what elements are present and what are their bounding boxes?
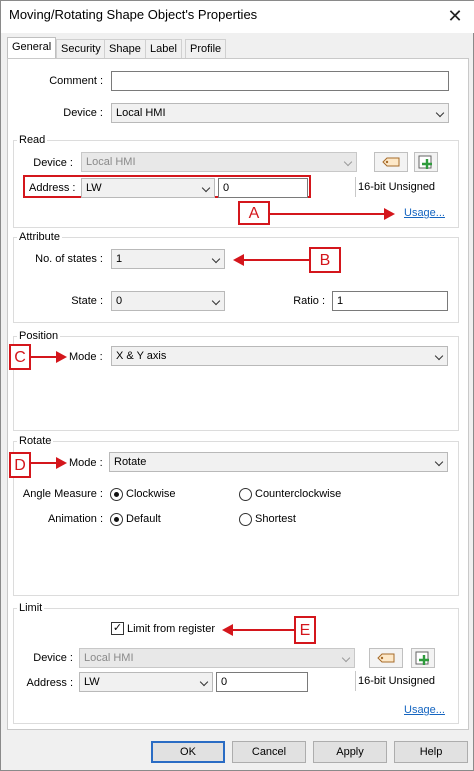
properties-dialog: Moving/Rotating Shape Object's Propertie… xyxy=(0,0,474,771)
chevron-down-icon xyxy=(341,653,351,663)
position-mode-value: X & Y axis xyxy=(116,350,167,362)
annotation-d: D xyxy=(9,452,31,478)
window-title: Moving/Rotating Shape Object's Propertie… xyxy=(9,7,258,22)
limit-data-format: 16-bit Unsigned xyxy=(358,675,436,687)
position-group-title: Position xyxy=(17,330,61,342)
radio-shortest-label: Shortest xyxy=(255,513,296,525)
radio-counterclockwise[interactable] xyxy=(239,488,252,501)
radio-counterclockwise-label: Counterclockwise xyxy=(255,488,342,500)
ratio-label: Ratio : xyxy=(293,295,325,307)
annotation-a-arrow xyxy=(270,213,385,215)
read-address-type-value: LW xyxy=(86,182,102,194)
limit-from-register-checkbox[interactable]: ✓ xyxy=(111,622,124,635)
limit-address-type-value: LW xyxy=(84,676,100,688)
device-select[interactable]: Local HMI xyxy=(111,103,449,123)
cancel-button[interactable]: Cancel xyxy=(232,741,306,763)
radio-default[interactable] xyxy=(110,513,123,526)
state-label: State : xyxy=(71,295,103,307)
limit-address-input[interactable]: 0 xyxy=(216,672,308,692)
limit-usage-link[interactable]: Usage... xyxy=(404,704,445,716)
states-label: No. of states : xyxy=(35,253,103,265)
chevron-down-icon xyxy=(434,351,444,361)
ratio-input[interactable]: 1 xyxy=(332,291,448,311)
limit-add-button[interactable] xyxy=(411,648,435,668)
chevron-down-icon xyxy=(199,677,209,687)
rotate-group-title: Rotate xyxy=(17,435,54,447)
radio-shortest[interactable] xyxy=(239,513,252,526)
device-label: Device : xyxy=(63,107,103,119)
chevron-down-icon xyxy=(201,183,211,193)
position-mode-label: Mode : xyxy=(69,351,103,363)
read-address-label: Address : xyxy=(29,182,76,194)
help-button[interactable]: Help xyxy=(394,741,468,763)
annotation-c: C xyxy=(9,344,31,370)
annotation-a-arrowhead xyxy=(384,208,395,220)
address-book-icon xyxy=(377,653,395,663)
chevron-down-icon xyxy=(343,157,353,167)
states-select[interactable]: 1 xyxy=(111,249,225,269)
add-icon xyxy=(418,155,432,169)
divider xyxy=(355,177,356,197)
attribute-group-title: Attribute xyxy=(17,231,62,243)
limit-device-select: Local HMI xyxy=(79,648,355,668)
animation-label: Animation : xyxy=(47,513,103,525)
tab-label[interactable]: Label xyxy=(145,39,182,59)
read-address-book-button[interactable] xyxy=(374,152,408,172)
add-icon xyxy=(415,651,429,665)
radio-default-label: Default xyxy=(126,513,161,525)
limit-device-label: Device : xyxy=(33,652,73,664)
annotation-b-arrow xyxy=(243,259,309,261)
limit-address-book-button[interactable] xyxy=(369,648,403,668)
read-device-value: Local HMI xyxy=(86,156,136,168)
chevron-down-icon xyxy=(435,108,445,118)
apply-button[interactable]: Apply xyxy=(313,741,387,763)
rotate-mode-value: Rotate xyxy=(114,456,147,468)
state-value: 0 xyxy=(116,295,123,307)
tab-shape[interactable]: Shape xyxy=(104,39,146,59)
title-bar: Moving/Rotating Shape Object's Propertie… xyxy=(1,1,474,33)
close-icon[interactable]: ✕ xyxy=(441,3,469,29)
comment-label: Comment : xyxy=(49,75,103,87)
tab-security[interactable]: Security xyxy=(56,39,106,59)
read-data-format: 16-bit Unsigned xyxy=(358,181,436,193)
read-add-button[interactable] xyxy=(414,152,438,172)
read-device-label: Device : xyxy=(33,157,73,169)
limit-device-value: Local HMI xyxy=(84,652,134,664)
read-device-select: Local HMI xyxy=(81,152,357,172)
divider xyxy=(355,671,356,691)
read-address-type-select[interactable]: LW xyxy=(81,178,215,198)
tab-profile[interactable]: Profile xyxy=(185,39,227,59)
chevron-down-icon xyxy=(211,296,221,306)
tab-general[interactable]: General xyxy=(7,37,57,59)
rotate-mode-label: Mode : xyxy=(69,457,103,469)
radio-clockwise-label: Clockwise xyxy=(126,488,176,500)
ok-button[interactable]: OK xyxy=(151,741,225,763)
limit-address-label: Address : xyxy=(26,677,73,689)
annotation-b: B xyxy=(309,247,341,273)
read-group-title: Read xyxy=(17,134,48,146)
limit-address-type-select[interactable]: LW xyxy=(79,672,213,692)
annotation-e-arrow xyxy=(232,629,294,631)
angle-measure-label: Angle Measure : xyxy=(22,488,103,500)
annotation-d-arrow xyxy=(31,462,57,464)
states-value: 1 xyxy=(116,253,123,265)
annotation-c-arrowhead xyxy=(56,351,67,363)
read-address-input[interactable]: 0 xyxy=(218,178,308,198)
read-usage-link[interactable]: Usage... xyxy=(404,207,445,219)
device-select-value: Local HMI xyxy=(116,107,166,119)
annotation-a: A xyxy=(238,201,270,225)
annotation-d-arrowhead xyxy=(56,457,67,469)
chevron-down-icon xyxy=(434,457,444,467)
annotation-e: E xyxy=(294,616,316,644)
state-select[interactable]: 0 xyxy=(111,291,225,311)
radio-clockwise[interactable] xyxy=(110,488,123,501)
address-book-icon xyxy=(382,157,400,167)
rotate-mode-select[interactable]: Rotate xyxy=(109,452,448,472)
limit-group-title: Limit xyxy=(17,602,45,614)
chevron-down-icon xyxy=(211,254,221,264)
limit-from-register-label: Limit from register xyxy=(127,623,216,635)
comment-input[interactable] xyxy=(111,71,449,91)
annotation-c-arrow xyxy=(31,356,57,358)
position-mode-select[interactable]: X & Y axis xyxy=(111,346,448,366)
